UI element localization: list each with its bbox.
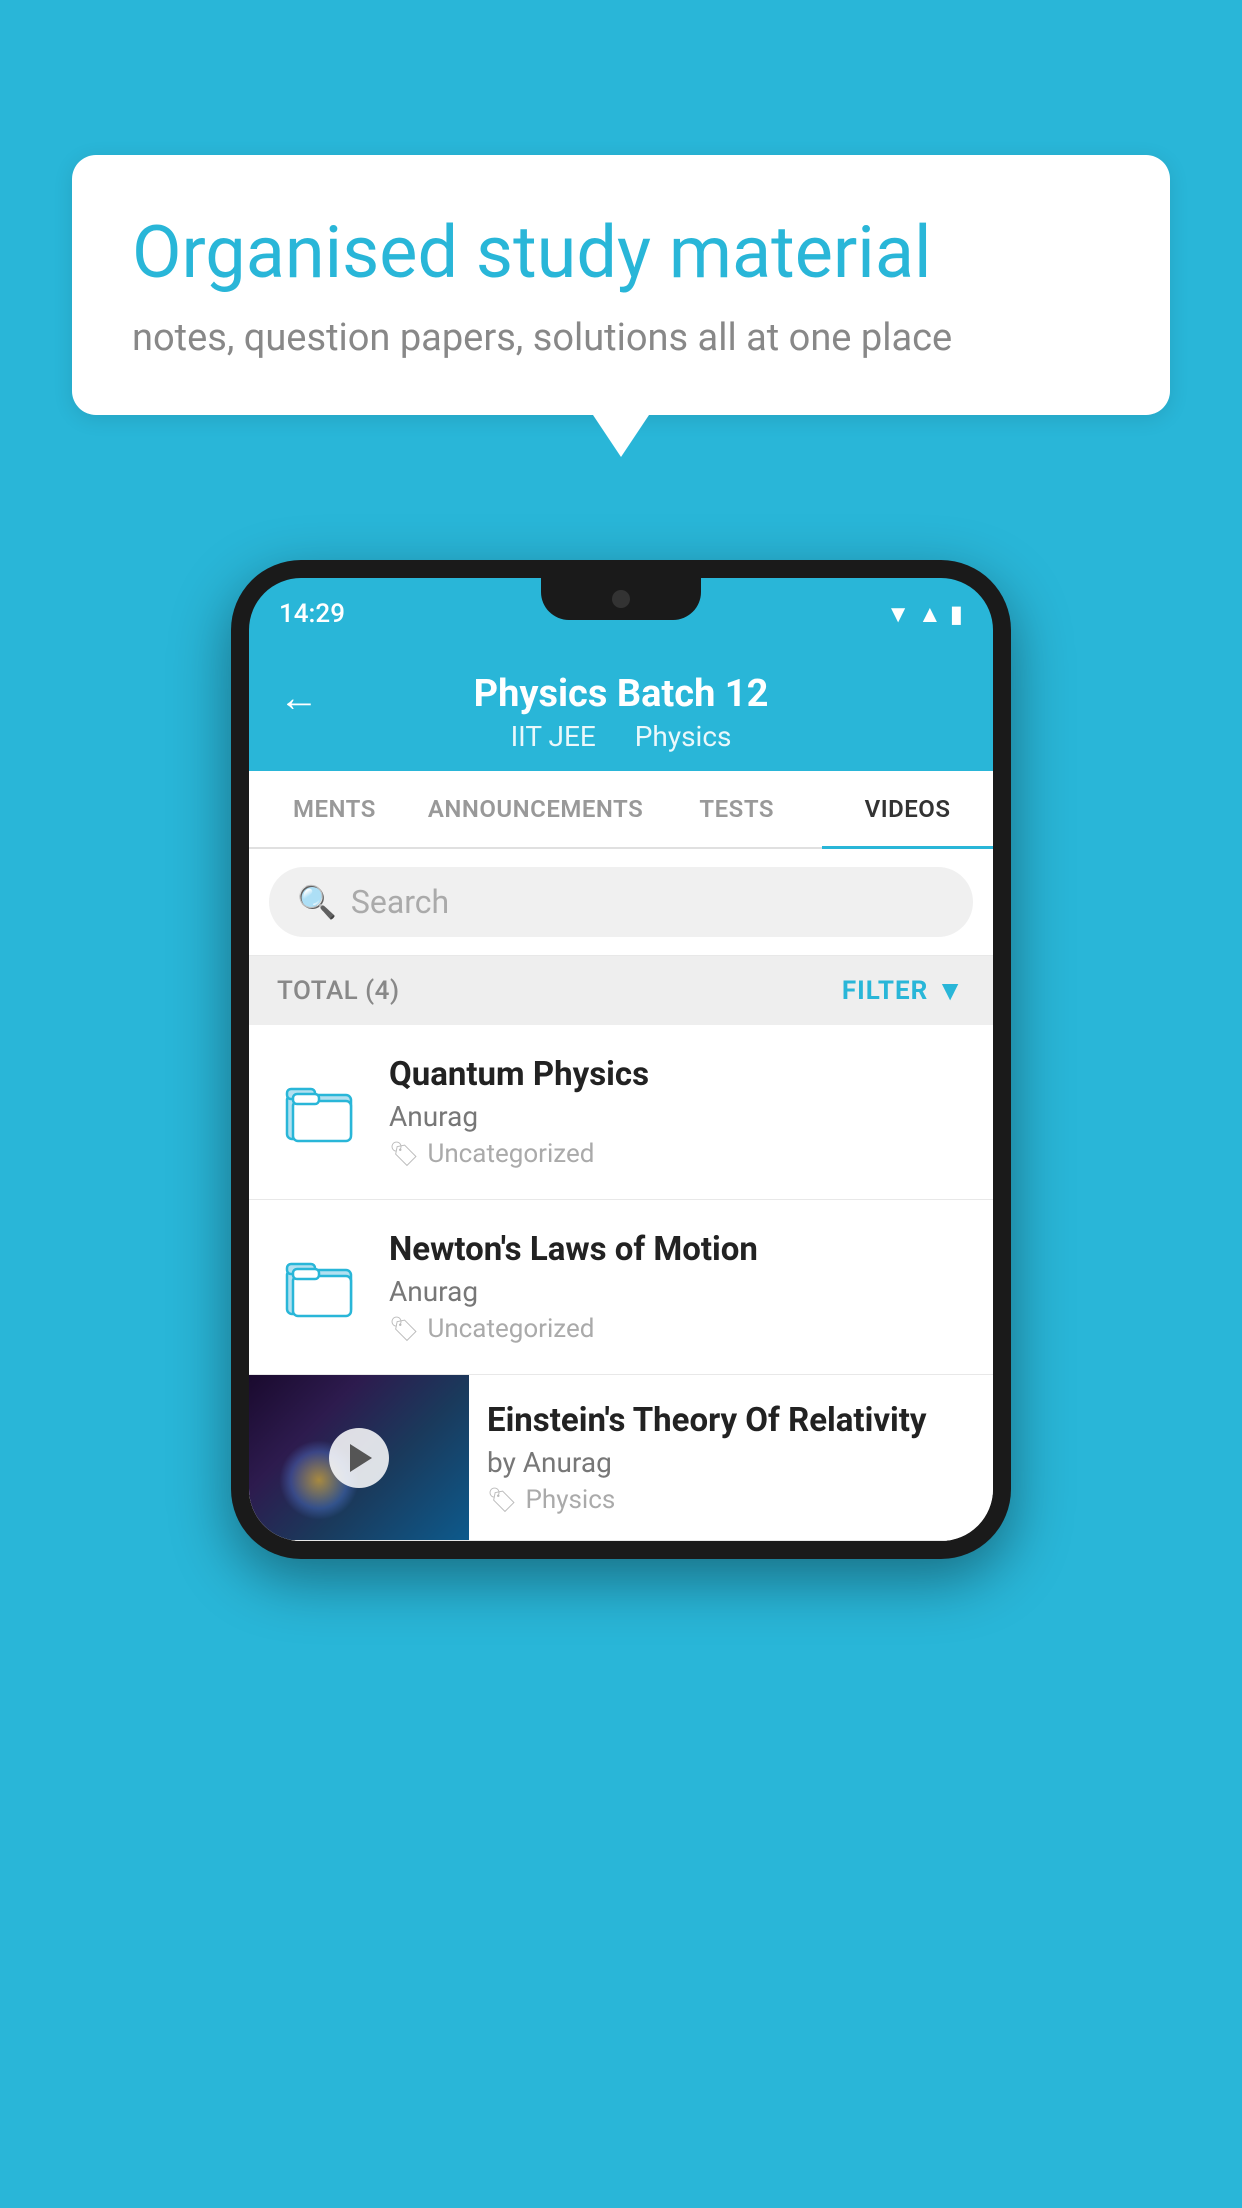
search-bar[interactable]: 🔍 Search (269, 867, 973, 937)
video-info-einstein: Einstein's Theory Of Relativity by Anura… (469, 1377, 993, 1539)
total-count: TOTAL (4) (277, 976, 400, 1006)
phone-outer: 14:29 ▼ ▲ ▮ ← Physics Batch 12 IIT JEE P… (231, 560, 1011, 1559)
tab-ments[interactable]: MENTS (249, 771, 420, 847)
status-time: 14:29 (279, 599, 345, 629)
tab-videos[interactable]: VIDEOS (822, 771, 993, 847)
phone-container: 14:29 ▼ ▲ ▮ ← Physics Batch 12 IIT JEE P… (231, 560, 1011, 1559)
video-title: Einstein's Theory Of Relativity (487, 1401, 975, 1440)
app-header: ← Physics Batch 12 IIT JEE Physics (249, 650, 993, 771)
list-item[interactable]: Newton's Laws of Motion Anurag 🏷 Uncateg… (249, 1200, 993, 1375)
phone-screen: ← Physics Batch 12 IIT JEE Physics MENTS… (249, 650, 993, 1541)
status-bar: 14:29 ▼ ▲ ▮ (249, 578, 993, 650)
play-triangle-icon (350, 1444, 372, 1472)
wifi-icon: ▼ (886, 600, 910, 629)
tag-label: Uncategorized (427, 1314, 594, 1344)
battery-icon: ▮ (950, 600, 963, 628)
video-thumbnail-einstein (249, 1375, 469, 1540)
filter-bar: TOTAL (4) FILTER ▼ (249, 956, 993, 1025)
search-bar-wrap: 🔍 Search (249, 849, 993, 956)
tag-icon: 🏷 (487, 1486, 517, 1514)
video-tag: 🏷 Physics (487, 1485, 975, 1515)
bubble-subtitle: notes, question papers, solutions all at… (132, 316, 1110, 360)
folder-thumb-newton (277, 1243, 365, 1331)
tag-label: Uncategorized (427, 1139, 594, 1169)
video-info-quantum: Quantum Physics Anurag 🏷 Uncategorized (389, 1055, 965, 1169)
header-title: Physics Batch 12 (474, 672, 769, 716)
list-item[interactable]: Einstein's Theory Of Relativity by Anura… (249, 1375, 993, 1541)
tab-tests[interactable]: TESTS (651, 771, 822, 847)
folder-thumb-quantum (277, 1068, 365, 1156)
status-icons: ▼ ▲ ▮ (886, 600, 963, 629)
video-title: Quantum Physics (389, 1055, 965, 1094)
video-tag: 🏷 Uncategorized (389, 1139, 965, 1169)
subtitle-iitjee: IIT JEE (511, 720, 596, 753)
tab-announcements[interactable]: ANNOUNCEMENTS (420, 771, 651, 847)
video-author: Anurag (389, 1100, 965, 1133)
header-subtitle: IIT JEE Physics (503, 720, 740, 753)
video-author: Anurag (389, 1275, 965, 1308)
speech-bubble: Organised study material notes, question… (72, 155, 1170, 415)
tabs-bar: MENTS ANNOUNCEMENTS TESTS VIDEOS (249, 771, 993, 849)
tag-icon: 🏷 (389, 1140, 419, 1168)
tag-icon: 🏷 (389, 1315, 419, 1343)
video-tag: 🏷 Uncategorized (389, 1314, 965, 1344)
folder-icon (285, 1081, 357, 1143)
camera (612, 590, 630, 608)
subtitle-physics: Physics (635, 720, 732, 753)
tag-label: Physics (525, 1485, 615, 1515)
folder-icon (285, 1256, 357, 1318)
back-button[interactable]: ← (279, 674, 319, 721)
bubble-title: Organised study material (132, 210, 1110, 296)
filter-button[interactable]: FILTER ▼ (842, 974, 965, 1007)
video-info-newton: Newton's Laws of Motion Anurag 🏷 Uncateg… (389, 1230, 965, 1344)
list-item[interactable]: Quantum Physics Anurag 🏷 Uncategorized (249, 1025, 993, 1200)
signal-icon: ▲ (918, 600, 942, 629)
video-list: Quantum Physics Anurag 🏷 Uncategorized (249, 1025, 993, 1541)
play-button[interactable] (329, 1428, 389, 1488)
search-placeholder: Search (351, 883, 449, 921)
phone-notch (541, 578, 701, 620)
video-title: Newton's Laws of Motion (389, 1230, 965, 1269)
filter-icon: ▼ (936, 974, 965, 1007)
video-author: by Anurag (487, 1446, 975, 1479)
filter-label: FILTER (842, 976, 928, 1006)
search-icon: 🔍 (297, 883, 337, 921)
